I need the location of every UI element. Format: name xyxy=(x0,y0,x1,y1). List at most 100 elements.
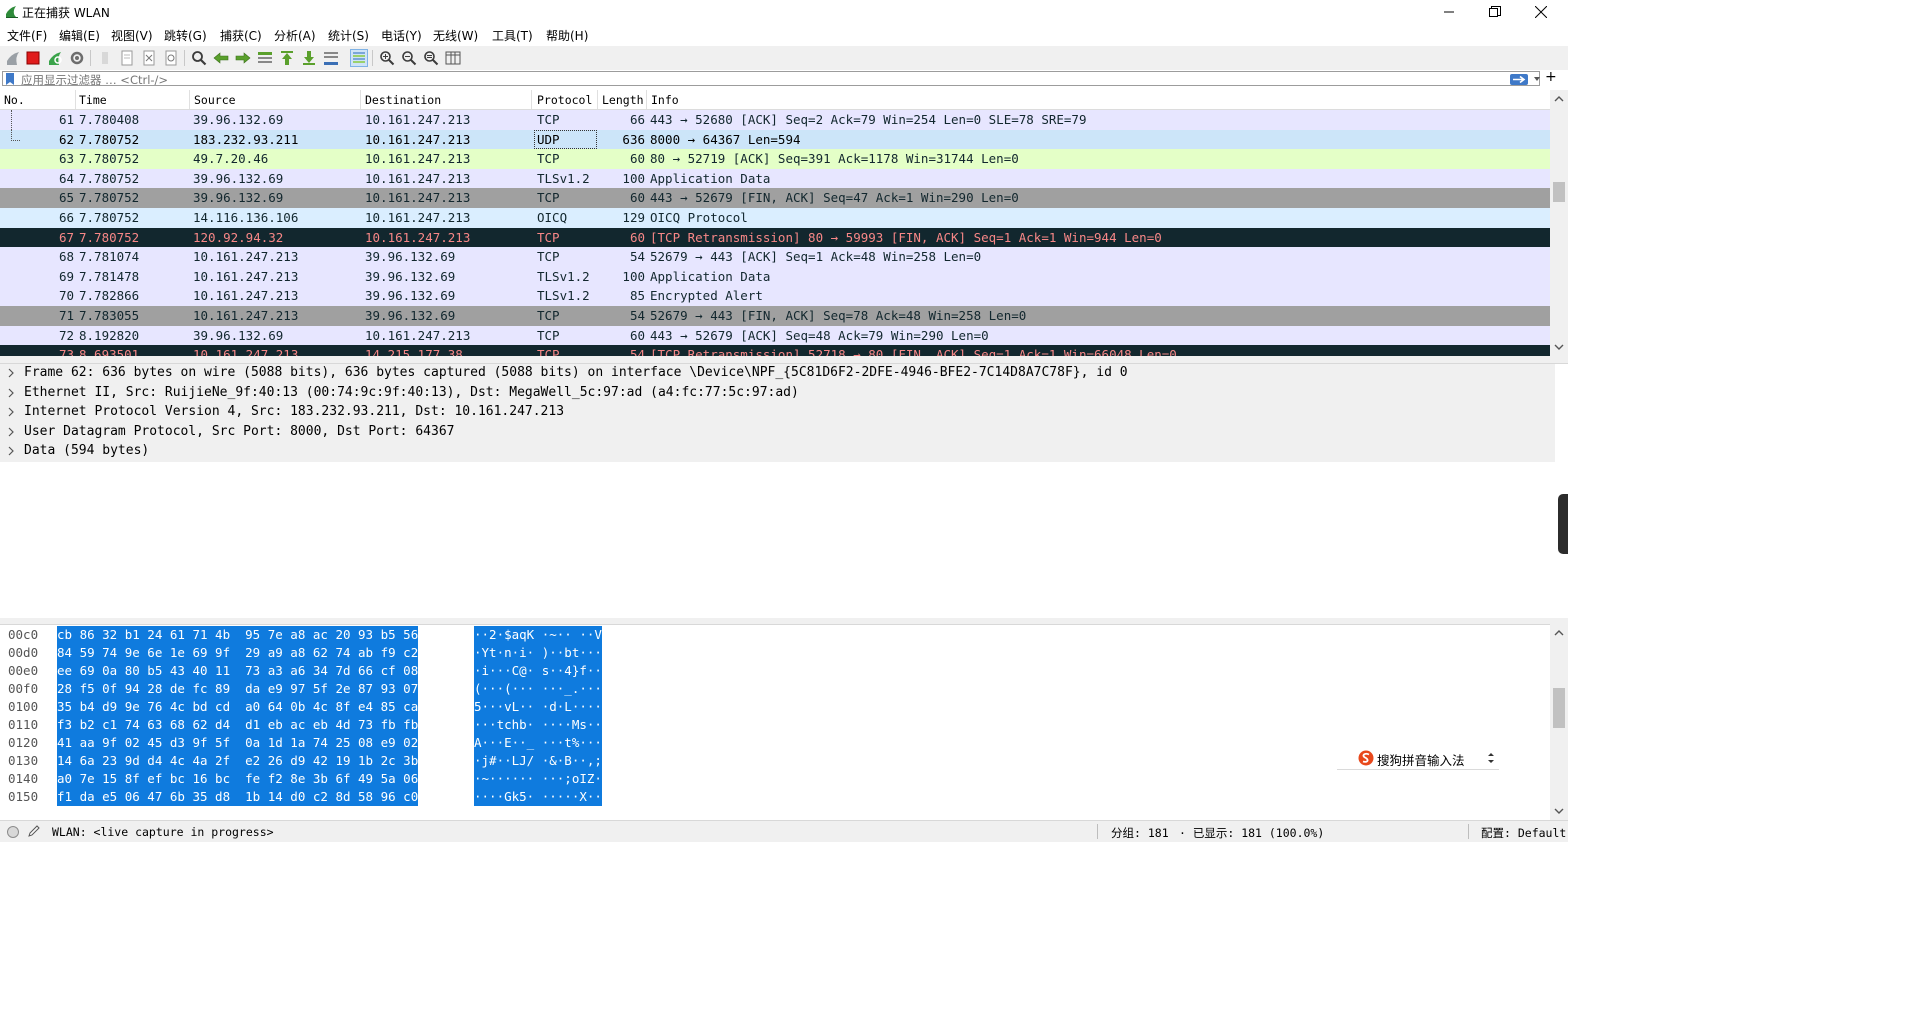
table-row[interactable]: 65 7.780752 39.96.132.69 10.161.247.213 TCP 6… xyxy=(0,188,1550,208)
bytes-scrollbar[interactable] xyxy=(1550,624,1568,820)
table-row[interactable]: 73 8.693501 10.161.247.213 14.215.177.38 TCP… xyxy=(0,345,1550,356)
stop-capture-button[interactable] xyxy=(24,49,42,67)
bookmark-icon[interactable] xyxy=(5,73,15,85)
chevron-right-icon[interactable] xyxy=(7,367,15,379)
menu-item[interactable]: 文件(F) xyxy=(7,27,47,44)
edit-comment-icon[interactable] xyxy=(27,824,41,838)
menu-item[interactable]: 工具(T) xyxy=(492,27,533,44)
cell-dst: 10.161.247.213 xyxy=(365,210,471,225)
table-row[interactable]: 64 7.780752 39.96.132.69 10.161.247.213 TLSv… xyxy=(0,168,1550,189)
chevron-updown-icon[interactable] xyxy=(1487,752,1495,764)
hex-row[interactable]: 00e0 ee 69 0a 80 b5 43 40 11 73 a3 a6 34 … xyxy=(0,662,1550,680)
table-row[interactable]: 61 7.780408 39.96.132.69 10.161.247.213 TCP 6… xyxy=(0,110,1550,130)
restore-button[interactable] xyxy=(1472,0,1518,24)
go-back-button[interactable] xyxy=(212,49,230,67)
hex-row[interactable]: 00c0 cb 86 32 b1 24 61 71 4b 95 7e a8 ac … xyxy=(0,626,1550,644)
table-row[interactable]: 66 7.780752 14.116.136.106 10.161.247.213 OI… xyxy=(0,208,1550,228)
tree-item[interactable]: Frame 62: 636 bytes on wire (5088 bits),… xyxy=(0,364,1550,384)
table-row[interactable]: 62 7.780752 183.232.93.211 10.161.247.213 UD… xyxy=(0,129,1550,150)
colorize-button[interactable] xyxy=(350,49,368,67)
column-header[interactable]: Protocol xyxy=(537,93,592,107)
display-filter-input[interactable]: 应用显示过滤器 … <Ctrl-/> xyxy=(2,71,1541,87)
hex-row[interactable]: 0100 35 b4 d9 9e 76 4c bd cd a0 64 0b 4c … xyxy=(0,698,1550,716)
tree-item[interactable]: Data (594 bytes) xyxy=(0,442,1550,462)
reload-file-button[interactable] xyxy=(162,49,180,67)
chevron-right-icon[interactable] xyxy=(7,426,15,438)
open-file-button[interactable] xyxy=(96,49,114,67)
table-row[interactable]: 71 7.783055 10.161.247.213 39.96.132.69 TCP 5… xyxy=(0,306,1550,326)
tree-item[interactable]: Internet Protocol Version 4, Src: 183.23… xyxy=(0,403,1550,423)
column-header[interactable]: Length xyxy=(602,93,644,107)
splitter[interactable] xyxy=(0,356,1568,363)
close-button[interactable] xyxy=(1518,0,1564,24)
menu-item[interactable]: 编辑(E) xyxy=(59,27,100,44)
hex-row[interactable]: 0150 f1 da e5 06 47 6b 35 d8 1b 14 d0 c2 … xyxy=(0,788,1550,806)
auto-scroll-button[interactable] xyxy=(322,49,340,67)
hex-row[interactable]: 0130 14 6a 23 9d d4 4c 4a 2f e2 26 d9 42 … xyxy=(0,752,1550,770)
column-header[interactable]: Info xyxy=(651,93,679,107)
resize-columns-button[interactable] xyxy=(444,49,462,67)
zoom-in-button[interactable] xyxy=(378,49,396,67)
column-header[interactable]: Time xyxy=(79,93,107,107)
packet-list-scrollbar[interactable] xyxy=(1550,90,1568,356)
menu-item[interactable]: 分析(A) xyxy=(274,27,316,44)
tree-item[interactable]: User Datagram Protocol, Src Port: 8000, … xyxy=(0,423,1550,443)
scroll-up-icon[interactable] xyxy=(1550,92,1568,106)
menu-item[interactable]: 无线(W) xyxy=(433,27,478,44)
table-row[interactable]: 70 7.782866 10.161.247.213 39.96.132.69 TLSv… xyxy=(0,286,1550,306)
cell-time: 7.780752 xyxy=(79,190,140,206)
status-profile[interactable]: 配置: Default xyxy=(1481,825,1566,841)
cell-dst: 39.96.132.69 xyxy=(365,268,456,284)
chevron-right-icon[interactable] xyxy=(7,387,15,399)
menu-item[interactable]: 帮助(H) xyxy=(546,27,588,44)
close-file-button[interactable] xyxy=(140,49,158,67)
table-row[interactable]: 72 8.192820 39.96.132.69 10.161.247.213 TCP 6… xyxy=(0,325,1550,346)
restart-capture-button[interactable] xyxy=(46,49,64,67)
menu-item[interactable]: 跳转(G) xyxy=(164,27,207,44)
capture-options-button[interactable] xyxy=(68,49,86,67)
ime-toolbar[interactable]: 搜狗拼音输入法 xyxy=(1337,747,1499,770)
hex-row[interactable]: 00f0 28 f5 0f 94 28 de fc 89 da e9 97 5f … xyxy=(0,680,1550,698)
table-row[interactable]: 67 7.780752 120.92.94.32 10.161.247.213 TCP 6… xyxy=(0,227,1550,248)
minimize-button[interactable] xyxy=(1426,0,1472,24)
table-row[interactable]: 68 7.781074 10.161.247.213 39.96.132.69 TCP 5… xyxy=(0,247,1550,267)
last-packet-button[interactable] xyxy=(300,49,318,67)
expert-info-icon[interactable] xyxy=(6,825,20,839)
go-to-packet-button[interactable] xyxy=(256,49,274,67)
first-packet-button[interactable] xyxy=(278,49,296,67)
zoom-reset-button[interactable] xyxy=(422,49,440,67)
zoom-out-button[interactable] xyxy=(400,49,418,67)
table-row[interactable]: 69 7.781478 10.161.247.213 39.96.132.69 TLSv… xyxy=(0,266,1550,287)
chevron-down-icon[interactable] xyxy=(1533,75,1541,83)
menu-item[interactable]: 电话(Y) xyxy=(381,27,422,44)
cell-time: 7.782866 xyxy=(79,288,140,304)
find-packet-button[interactable] xyxy=(190,49,208,67)
save-file-button[interactable] xyxy=(118,49,136,67)
scroll-down-icon[interactable] xyxy=(1550,804,1568,818)
scroll-down-icon[interactable] xyxy=(1550,340,1568,354)
go-forward-button[interactable] xyxy=(234,49,252,67)
arrow-right-icon xyxy=(1513,75,1526,84)
tree-item-label: Data (594 bytes) xyxy=(24,443,150,459)
table-row[interactable]: 63 7.780752 49.7.20.46 10.161.247.213 TCP 60 8… xyxy=(0,149,1550,169)
scrollbar-thumb[interactable] xyxy=(1553,688,1565,728)
start-capture-button[interactable] xyxy=(4,49,22,67)
scrollbar-thumb[interactable] xyxy=(1553,182,1565,202)
hex-row[interactable]: 0140 a0 7e 15 8f ef bc 16 bc fe f2 8e 3b … xyxy=(0,770,1550,788)
menu-item[interactable]: 视图(V) xyxy=(111,27,153,44)
details-scrollbar-handle[interactable] xyxy=(1558,494,1568,554)
menu-item[interactable]: 统计(S) xyxy=(328,27,369,44)
column-header[interactable]: Destination xyxy=(365,93,441,107)
hex-row[interactable]: 0120 41 aa 9f 02 45 d3 9f 5f 0a 1d 1a 74 … xyxy=(0,734,1550,752)
menu-item[interactable]: 捕获(C) xyxy=(220,27,262,44)
hex-row[interactable]: 00d0 84 59 74 9e 6e 1e 69 9f 29 a9 a8 62 … xyxy=(0,644,1550,662)
apply-filter-button[interactable] xyxy=(1510,74,1528,85)
scroll-up-icon[interactable] xyxy=(1550,626,1568,640)
tree-item[interactable]: Ethernet II, Src: RuijieNe_9f:40:13 (00:… xyxy=(0,384,1550,404)
chevron-right-icon[interactable] xyxy=(7,406,15,418)
add-filter-button[interactable]: + xyxy=(1545,69,1557,85)
column-header[interactable]: No. xyxy=(4,93,25,107)
hex-row[interactable]: 0110 f3 b2 c1 74 63 68 62 d4 d1 eb ac eb … xyxy=(0,716,1550,734)
chevron-right-icon[interactable] xyxy=(7,445,15,457)
column-header[interactable]: Source xyxy=(194,93,236,107)
